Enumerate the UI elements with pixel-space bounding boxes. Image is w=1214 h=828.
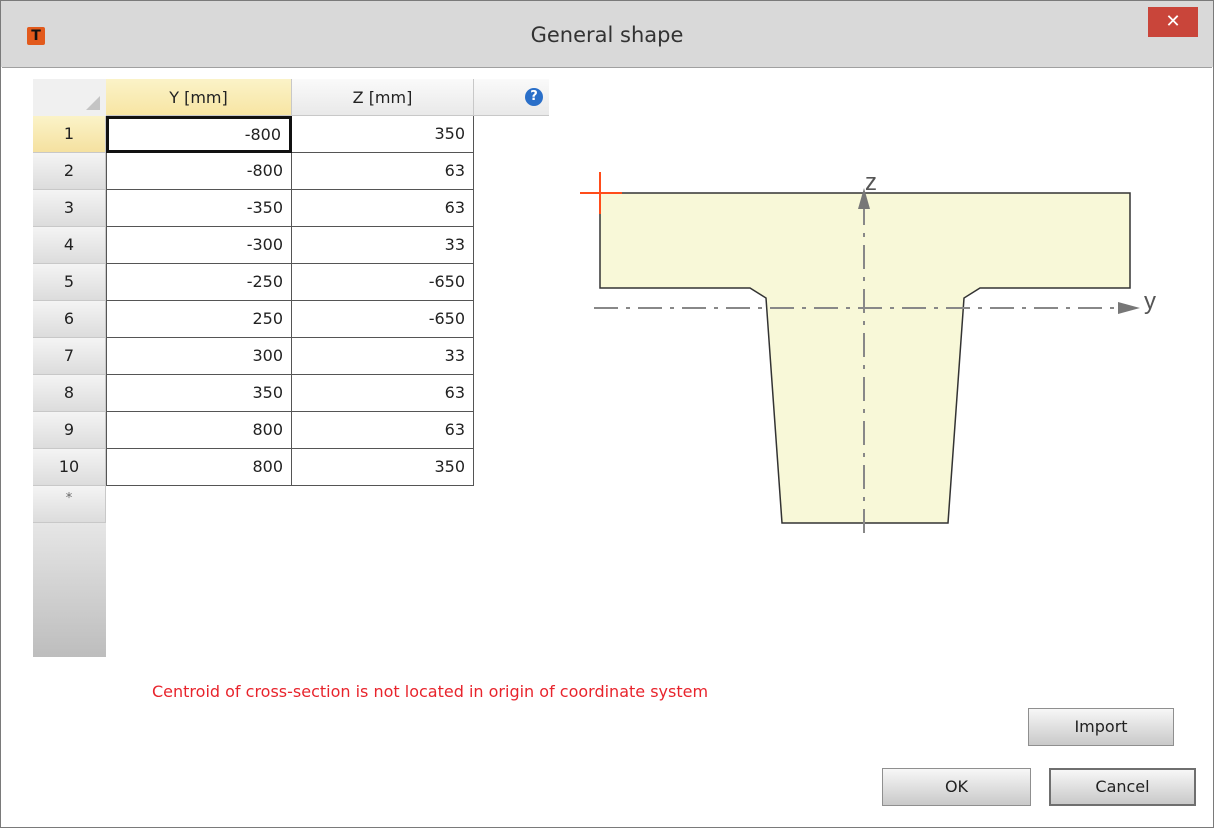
dialog-title: General shape — [530, 23, 684, 47]
help-icon[interactable]: ? — [525, 88, 543, 106]
cell-y[interactable]: 250 — [106, 301, 292, 338]
cell-y[interactable]: -800 — [106, 153, 292, 190]
centroid-warning: Centroid of cross-section is not located… — [152, 682, 709, 701]
close-icon: ✕ — [1165, 11, 1181, 32]
row-header-filler — [33, 523, 106, 657]
corner-triangle-icon — [86, 96, 100, 110]
cell-z[interactable]: 350 — [292, 449, 474, 486]
close-button[interactable]: ✕ — [1148, 7, 1198, 37]
row-header[interactable]: 3 — [33, 190, 106, 227]
y-axis-arrow-icon — [1118, 302, 1140, 314]
cancel-button[interactable]: Cancel — [1049, 768, 1196, 806]
cell-y[interactable]: 300 — [106, 338, 292, 375]
row-header[interactable]: 9 — [33, 412, 106, 449]
row-header[interactable]: 4 — [33, 227, 106, 264]
cell-z[interactable]: 63 — [292, 153, 474, 190]
row-header[interactable]: 8 — [33, 375, 106, 412]
cell-y[interactable]: -800 — [106, 116, 292, 153]
cell-z[interactable]: 63 — [292, 412, 474, 449]
row-header[interactable]: 10 — [33, 449, 106, 486]
general-shape-dialog: T General shape ✕ Y [mm] Z [mm] ? 1 -800… — [0, 0, 1214, 828]
new-row-header[interactable]: * — [33, 486, 106, 523]
column-header-y[interactable]: Y [mm] — [106, 79, 292, 116]
z-axis-label: z — [865, 169, 877, 196]
row-header[interactable]: 2 — [33, 153, 106, 190]
cell-z[interactable]: 350 — [292, 116, 474, 153]
cell-y[interactable]: 800 — [106, 449, 292, 486]
row-header[interactable]: 5 — [33, 264, 106, 301]
cell-z[interactable]: 63 — [292, 375, 474, 412]
y-axis-label: y — [1144, 288, 1156, 315]
select-all-corner[interactable] — [33, 79, 107, 117]
dialog-content: Y [mm] Z [mm] ? 1 -800 350 2 -800 63 3 -… — [2, 67, 1212, 824]
cell-z[interactable]: 33 — [292, 227, 474, 264]
cell-z[interactable]: -650 — [292, 264, 474, 301]
cross-section-drawing: y z — [580, 169, 1156, 533]
row-header[interactable]: 1 — [33, 116, 106, 153]
cell-y[interactable]: 350 — [106, 375, 292, 412]
row-header[interactable]: 6 — [33, 301, 106, 338]
cell-y[interactable]: -300 — [106, 227, 292, 264]
cell-z[interactable]: -650 — [292, 301, 474, 338]
column-header-z[interactable]: Z [mm] — [292, 79, 474, 116]
title-bar[interactable]: T General shape ✕ — [1, 1, 1213, 67]
cell-z[interactable]: 63 — [292, 190, 474, 227]
row-header[interactable]: 7 — [33, 338, 106, 375]
ok-button[interactable]: OK — [882, 768, 1031, 806]
import-button[interactable]: Import — [1028, 708, 1174, 746]
cell-y[interactable]: -350 — [106, 190, 292, 227]
cell-y[interactable]: -250 — [106, 264, 292, 301]
cell-z[interactable]: 33 — [292, 338, 474, 375]
cell-y[interactable]: 800 — [106, 412, 292, 449]
